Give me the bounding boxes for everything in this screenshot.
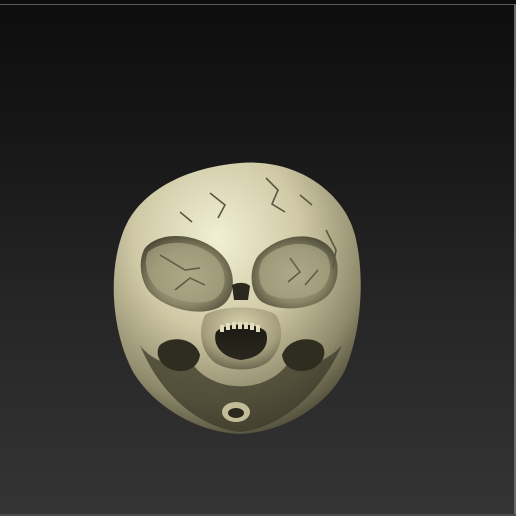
canvas-viewport[interactable] <box>0 0 516 516</box>
nasal-cavity <box>232 282 250 300</box>
sculpt-model[interactable] <box>0 0 516 516</box>
